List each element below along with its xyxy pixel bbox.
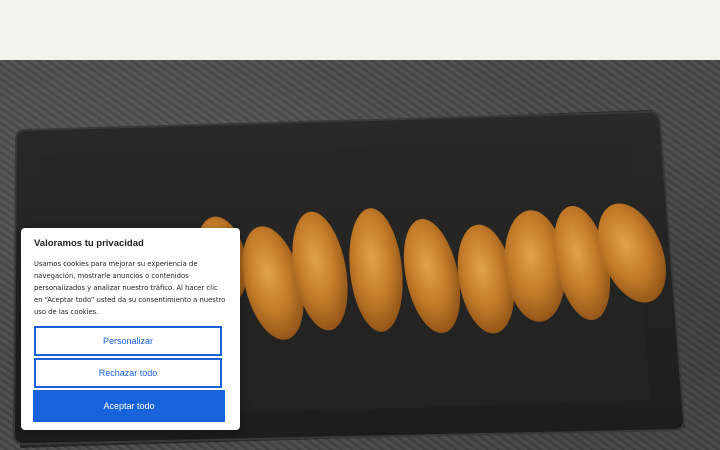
cookie-dialog-description: Usamos cookies para mejorar su experienc… (34, 260, 226, 316)
reject-all-button[interactable]: Rechazar todo (34, 358, 222, 388)
accept-all-button[interactable]: Aceptar todo (33, 390, 225, 422)
customize-button[interactable]: Personalizar (34, 326, 222, 356)
site-header-band (0, 0, 720, 60)
cookie-consent-dialog: Valoramos tu privacidad Usamos cookies p… (21, 228, 240, 430)
cookie-dialog-title: Valoramos tu privacidad (34, 238, 144, 249)
